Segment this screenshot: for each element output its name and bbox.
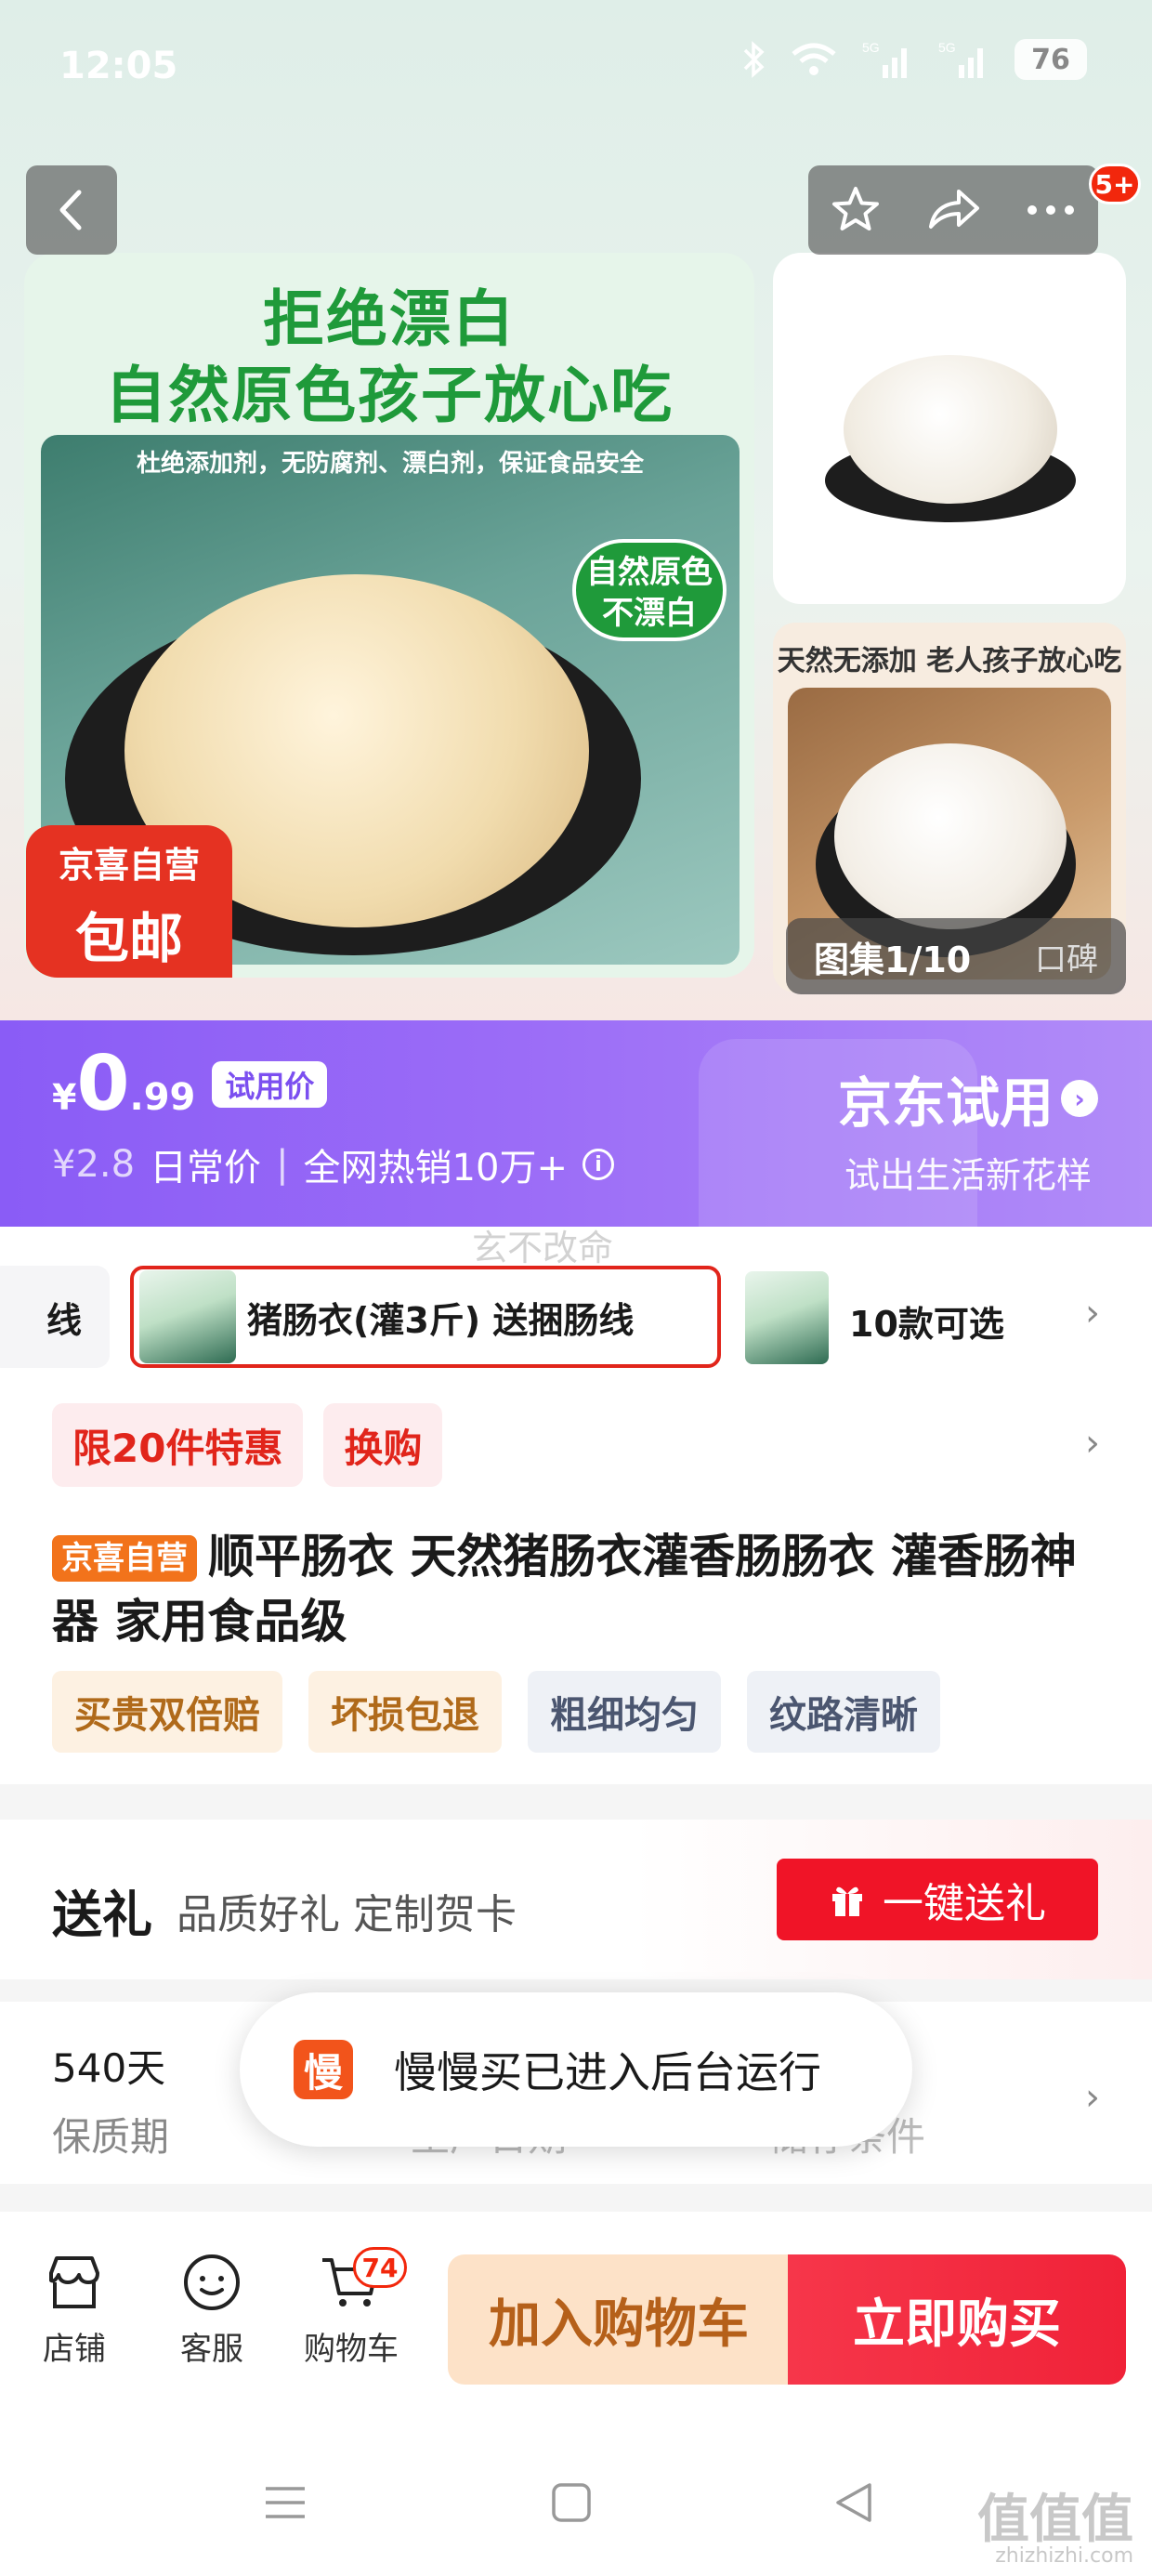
wifi-icon bbox=[792, 43, 836, 75]
gift-description: 品质好礼 定制贺卡 bbox=[177, 1891, 517, 1939]
app-icon: 慢 bbox=[294, 2040, 353, 2099]
background-running-toast: 慢 慢慢买已进入后台运行 bbox=[240, 1992, 912, 2147]
gallery-counter[interactable]: 图集1/10 口碑 bbox=[786, 918, 1126, 994]
gift-icon bbox=[832, 1886, 862, 1916]
cart-button[interactable]: 购物车 74 bbox=[295, 2247, 407, 2369]
battery-indicator: 76 bbox=[1015, 39, 1087, 80]
natural-color-bubble: 自然原色 不漂白 bbox=[572, 539, 727, 641]
trial-price: ¥ 0 .99 试用价 bbox=[52, 1046, 328, 1123]
cart-count-badge: 74 bbox=[353, 2247, 407, 2288]
regular-price-row: ¥2.8 日常价 | 全网热销10万+ i bbox=[52, 1137, 614, 1191]
chevron-right-icon[interactable]: › bbox=[1085, 1292, 1100, 1334]
shelf-life-label: 保质期 bbox=[52, 2114, 170, 2160]
tag-uniform[interactable]: 粗细均匀 bbox=[528, 1671, 721, 1753]
tag-price-guarantee[interactable]: 买贵双倍赔 bbox=[52, 1671, 282, 1753]
image-subline: 杜绝添加剂，无防腐剂、漂白剂，保证食品安全 bbox=[136, 450, 644, 478]
trial-price-banner[interactable]: ¥ 0 .99 试用价 ¥2.8 日常价 | 全网热销10万+ i 京东试用 › … bbox=[0, 1020, 1152, 1227]
customer-service-button[interactable]: 客服 bbox=[156, 2253, 268, 2369]
chevron-left-icon bbox=[59, 190, 82, 230]
share-icon[interactable] bbox=[925, 184, 981, 236]
thumb-caption: 天然无添加 老人孩子放心吃 bbox=[777, 645, 1122, 677]
bottom-action-bar: 店铺 客服 购物车 74 加入购物车 立即购买 bbox=[0, 2212, 1152, 2435]
trial-price-label: 试用价 bbox=[212, 1061, 328, 1108]
koubei-link[interactable]: 口碑 bbox=[1035, 934, 1098, 979]
store-button[interactable]: 店铺 bbox=[19, 2253, 130, 2369]
jd-trial-title: 京东试用 bbox=[837, 1071, 1054, 1135]
promo-limited-deal[interactable]: 限20件特惠 bbox=[52, 1403, 304, 1487]
status-icons: 5G 5G 76 bbox=[741, 39, 1087, 80]
variant-chip-prev[interactable]: 线 bbox=[0, 1266, 110, 1368]
top-action-group bbox=[808, 165, 1098, 255]
variant-selector: 线 猪肠衣(灌3斤) 送捆肠线 10款可选 › bbox=[0, 1266, 1152, 1373]
shelf-life-value: 540天 bbox=[52, 2045, 166, 2091]
add-to-cart-button[interactable]: 加入购物车 bbox=[448, 2254, 790, 2385]
back-button[interactable] bbox=[26, 165, 117, 255]
chevron-right-icon: › bbox=[1061, 1080, 1098, 1117]
svg-text:5G: 5G bbox=[862, 40, 880, 55]
system-navigation-bar: 值值值 zhizhizhi.com bbox=[0, 2435, 1152, 2576]
back-triangle-icon[interactable] bbox=[832, 2481, 875, 2524]
jd-trial-entry[interactable]: 京东试用 › 试出生活新花样 bbox=[838, 1059, 1098, 1198]
home-icon[interactable] bbox=[550, 2481, 593, 2524]
gift-section: 送礼 品质好礼 定制贺卡 一键送礼 bbox=[0, 1820, 1152, 1979]
chevron-right-icon[interactable]: › bbox=[1085, 2076, 1100, 2119]
gallery-index: 图集1/10 bbox=[814, 939, 972, 980]
variant-count[interactable]: 10款可选 bbox=[849, 1295, 1004, 1347]
service-icon bbox=[184, 2254, 240, 2310]
buy-now-button[interactable]: 立即购买 bbox=[788, 2254, 1126, 2385]
send-gift-button[interactable]: 一键送礼 bbox=[777, 1859, 1098, 1940]
product-title: 京喜自营 顺平肠衣 天然猪肠衣灌香肠肠衣 灌香肠神器 家用食品级 bbox=[52, 1530, 1077, 1649]
regular-price-label: 日常价 bbox=[150, 1147, 262, 1189]
screenshot-watermark: 玄不改命 bbox=[472, 1228, 614, 1268]
gallery-thumb-1[interactable] bbox=[773, 253, 1126, 604]
menu-icon[interactable] bbox=[264, 2481, 307, 2524]
toast-message: 慢慢买已进入后台运行 bbox=[394, 2047, 821, 2097]
store-icon bbox=[49, 2256, 99, 2308]
info-icon[interactable]: i bbox=[582, 1149, 614, 1180]
jx-free-shipping-tag: 京喜自营 包邮 bbox=[26, 825, 232, 978]
promo-exchange[interactable]: 换购 bbox=[323, 1403, 443, 1487]
tag-damage-return[interactable]: 坏损包退 bbox=[308, 1671, 502, 1753]
star-icon[interactable] bbox=[830, 184, 882, 236]
signal-icon: 5G bbox=[862, 40, 907, 78]
store-badge: 京喜自营 bbox=[52, 1535, 197, 1582]
image-headline-2: 自然原色孩子放心吃 bbox=[105, 360, 674, 431]
status-time: 12:05 bbox=[59, 45, 178, 87]
site-watermark: 值值值 zhizhizhi.com bbox=[977, 2490, 1133, 2568]
status-bar: 12:05 5G 5G 76 bbox=[0, 0, 1152, 139]
service-tags: 买贵双倍赔 坏损包退 粗细均匀 纹路清晰 bbox=[52, 1671, 940, 1753]
variant-chip-selected[interactable]: 猪肠衣(灌3斤) 送捆肠线 bbox=[130, 1266, 721, 1368]
more-icon[interactable] bbox=[1025, 201, 1077, 219]
jd-trial-slogan: 试出生活新花样 bbox=[844, 1155, 1092, 1196]
bluetooth-icon bbox=[743, 41, 765, 78]
chevron-right-icon[interactable]: › bbox=[1085, 1422, 1100, 1465]
promo-row: 限20件特惠 换购 bbox=[52, 1403, 443, 1487]
gift-heading: 送礼 bbox=[52, 1886, 152, 1944]
message-badge: 5+ bbox=[1089, 164, 1141, 204]
svg-text:5G: 5G bbox=[938, 40, 956, 55]
signal-icon-2: 5G bbox=[938, 40, 983, 78]
tag-clear-texture[interactable]: 纹路清晰 bbox=[747, 1671, 940, 1753]
variant-thumbnail bbox=[139, 1270, 236, 1363]
variant-thumbnail-2[interactable] bbox=[745, 1271, 829, 1364]
regular-price: ¥2.8 bbox=[52, 1143, 136, 1186]
hot-sales-text: 全网热销10万+ bbox=[303, 1147, 568, 1189]
